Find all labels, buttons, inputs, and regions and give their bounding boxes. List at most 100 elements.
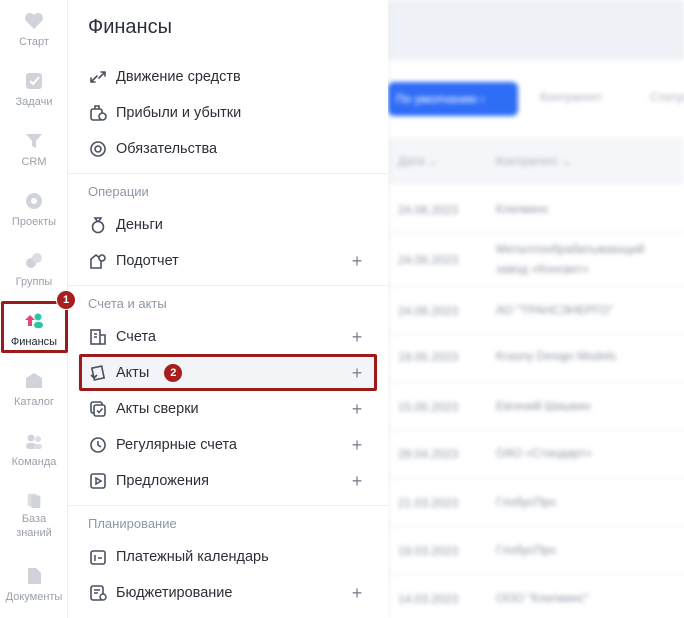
background-filter-button[interactable]: По умолчанию › xyxy=(388,82,518,116)
highlight-acts xyxy=(79,354,377,391)
rail-item-label: Группы xyxy=(15,276,53,288)
background-filter-chip[interactable]: Статус xyxy=(650,90,684,104)
rail-item-label: Проекты xyxy=(11,216,57,228)
rail-item-tasks[interactable]: Задачи xyxy=(0,60,68,120)
menu-item-budgeting[interactable]: Бюджетирование + xyxy=(78,575,378,611)
menu-item-label: Движение средств xyxy=(116,69,241,85)
menu-item-profit-loss[interactable]: Прибыли и убытки xyxy=(78,95,378,131)
obligations-icon xyxy=(90,141,106,157)
knowledge-base-icon xyxy=(27,493,41,509)
add-recurring-invoice-button[interactable]: + xyxy=(346,435,368,456)
add-reconciliation-button[interactable]: + xyxy=(346,399,368,420)
add-accountable-button[interactable]: + xyxy=(346,251,368,272)
projects-icon xyxy=(26,193,42,209)
documents-icon xyxy=(28,568,41,584)
menu-item-label: Обязательства xyxy=(116,141,218,157)
menu-item-obligations[interactable]: Обязательства xyxy=(78,131,378,167)
row-date: 15.05.2023 xyxy=(398,400,459,414)
add-invoice-button[interactable]: + xyxy=(346,327,368,348)
highlight-finance xyxy=(1,301,68,353)
column-header-date[interactable]: Дата ⌄ xyxy=(398,154,438,168)
row-divider xyxy=(388,382,684,383)
row-divider xyxy=(388,526,684,527)
menu-item-label: Платежный календарь xyxy=(116,549,269,565)
background-filter-chip[interactable]: Контрагент xyxy=(540,90,602,104)
menu-item-money[interactable]: Деньги xyxy=(78,207,378,243)
row-counterparty: Евгений Шишкин xyxy=(496,399,591,413)
rail-item-label: Каталог xyxy=(14,396,54,408)
rail-item-crm[interactable]: CRM xyxy=(0,120,68,180)
background-table-header: Дата ⌄ Контрагент ⌄ xyxy=(388,138,684,184)
step-badge-1: 1 xyxy=(56,290,76,310)
menu-item-payment-calendar[interactable]: Платежный календарь xyxy=(78,539,378,575)
add-budget-button[interactable]: + xyxy=(346,583,368,604)
row-date: 21.03.2023 xyxy=(398,496,459,510)
row-counterparty: Krasny Design Models xyxy=(496,349,617,363)
row-counterparty: ГлобусПро xyxy=(496,543,557,557)
menu-item-label: Регулярные счета xyxy=(116,437,237,453)
rail-item-label: Документы xyxy=(5,591,63,603)
invoice-icon xyxy=(90,329,106,345)
row-counterparty: ГлобусПро xyxy=(496,495,557,509)
rail-item-knowledge-base[interactable]: База знаний xyxy=(0,480,68,540)
rail-item-label: Команда xyxy=(11,456,57,468)
row-date: 24.06.2023 xyxy=(398,304,459,318)
row-divider xyxy=(388,430,684,431)
row-counterparty: ОАО «Стандарт» xyxy=(496,446,592,460)
clock-icon xyxy=(90,437,106,453)
rail-item-start[interactable]: Старт xyxy=(0,0,68,60)
section-title-planning: Планирование xyxy=(88,516,177,531)
menu-item-label: Бюджетирование xyxy=(116,585,233,601)
rail-item-label: База знаний xyxy=(16,513,52,539)
menu-item-recurring-invoices[interactable]: Регулярные счета + xyxy=(78,427,378,463)
section-divider xyxy=(68,285,388,286)
finance-menu-panel: Финансы Движение средств Прибыли и убытк… xyxy=(68,0,388,618)
row-counterparty: Металлообрабатывающий завод «Консвет» xyxy=(496,242,645,276)
add-proposal-button[interactable]: + xyxy=(346,471,368,492)
column-header-counterparty[interactable]: Контрагент ⌄ xyxy=(496,154,571,168)
menu-item-label: Прибыли и убытки xyxy=(116,105,242,121)
menu-item-accountable[interactable]: Подотчет + xyxy=(78,243,378,279)
rail-item-projects[interactable]: Проекты xyxy=(0,180,68,240)
row-date: 19.03.2023 xyxy=(398,544,459,558)
catalog-icon xyxy=(26,373,42,388)
rail-item-groups[interactable]: Группы xyxy=(0,240,68,300)
background-content: По умолчанию › Контрагент Статус Дата ⌄ … xyxy=(388,0,684,618)
rail-item-catalog[interactable]: Каталог xyxy=(0,360,68,420)
money-bag-icon xyxy=(91,217,105,234)
row-divider xyxy=(388,286,684,287)
rail-item-team[interactable]: Команда xyxy=(0,420,68,480)
menu-item-label: Предложения xyxy=(116,473,209,489)
row-counterparty: ООО "Клепвинс" xyxy=(496,591,589,605)
rail-item-documents[interactable]: Документы xyxy=(0,555,68,615)
menu-item-label: Деньги xyxy=(116,217,163,233)
section-divider xyxy=(68,505,388,506)
section-title-invoices-acts: Счета и акты xyxy=(88,296,167,311)
arrows-icon xyxy=(90,71,106,83)
background-header xyxy=(388,0,684,60)
team-icon xyxy=(26,434,42,449)
profit-icon xyxy=(90,105,107,121)
menu-item-invoices[interactable]: Счета + xyxy=(78,319,378,355)
menu-item-label: Счета xyxy=(116,329,156,345)
funnel-icon xyxy=(26,134,42,148)
groups-icon xyxy=(26,253,42,268)
accountable-icon xyxy=(90,253,106,269)
row-date: 19.05.2023 xyxy=(398,350,459,364)
menu-item-reconciliation[interactable]: Акты сверки + xyxy=(78,391,378,427)
rail-item-label: Старт xyxy=(19,36,49,48)
heart-icon xyxy=(25,13,43,29)
calendar-icon xyxy=(90,550,106,565)
menu-item-label: Акты сверки xyxy=(116,401,199,417)
row-date: 28.04.2023 xyxy=(398,447,459,461)
budget-icon xyxy=(90,585,107,601)
reconciliation-icon xyxy=(90,401,106,417)
proposal-icon xyxy=(90,473,106,489)
row-divider xyxy=(388,334,684,335)
row-divider xyxy=(388,574,684,575)
menu-item-cash-flow[interactable]: Движение средств xyxy=(78,59,378,95)
menu-item-proposals[interactable]: Предложения + xyxy=(78,463,378,499)
row-counterparty: АО "ТРАНСЭНЕРГО" xyxy=(496,303,614,317)
row-date: 14.03.2023 xyxy=(398,592,459,606)
section-title-operations: Операции xyxy=(88,184,149,199)
